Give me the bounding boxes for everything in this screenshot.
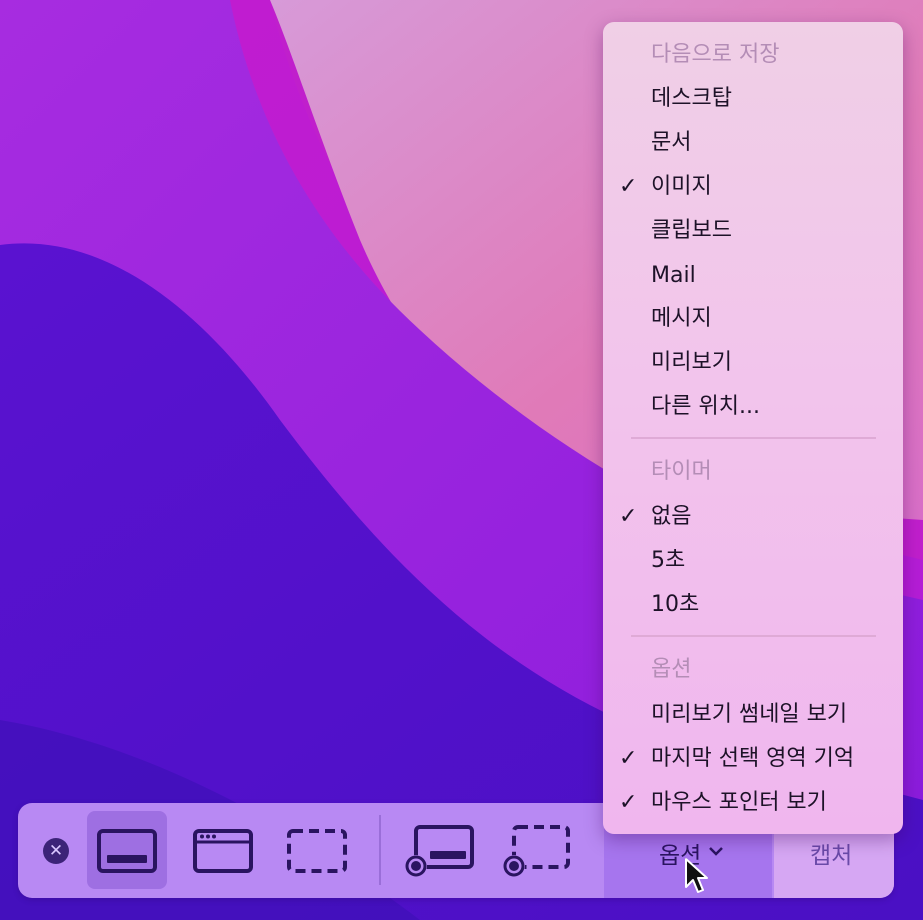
checkmark-icon: ✓	[619, 174, 638, 199]
checkmark-icon: ✓	[619, 504, 638, 529]
menu-item-remember-last-selection[interactable]: 마지막 선택 영역 기억	[651, 743, 854, 775]
menu-item-timer-10s[interactable]: 10초	[651, 589, 699, 621]
menu-item-preview[interactable]: 미리보기	[651, 347, 732, 379]
menu-header-options: 옵션	[651, 657, 692, 682]
menu-item-images[interactable]: 이미지	[651, 171, 712, 203]
checkmark-icon: ✓	[619, 746, 638, 771]
menu-header-timer: 타이머	[651, 459, 712, 484]
menu-item-timer-5s[interactable]: 5초	[651, 545, 685, 577]
record-entire-screen-button[interactable]	[400, 811, 480, 889]
menu-item-timer-none[interactable]: 없음	[651, 501, 691, 533]
capture-button-label: 캡처	[810, 843, 853, 869]
options-menu: 다음으로 저장 데스크탑 문서 ✓ 이미지 클립보드 Mail 메시지 미리보기…	[603, 22, 903, 834]
checkmark-icon: ✓	[619, 790, 638, 815]
capture-window-button[interactable]	[183, 811, 263, 889]
capture-selected-portion-button[interactable]	[277, 811, 357, 889]
menu-item-documents[interactable]: 문서	[651, 127, 691, 159]
record-screen-icon	[405, 825, 474, 877]
record-selection-icon	[503, 825, 570, 877]
menu-item-messages[interactable]: 메시지	[651, 303, 712, 335]
window-icon	[193, 829, 253, 873]
menu-item-show-mouse-pointer[interactable]: 마우스 포인터 보기	[651, 787, 827, 819]
selection-icon	[287, 829, 347, 873]
menu-separator	[631, 437, 876, 439]
menu-item-other-location[interactable]: 다른 위치...	[651, 391, 760, 423]
chevron-down-icon	[709, 847, 723, 856]
menu-item-mail[interactable]: Mail	[651, 260, 696, 292]
toolbar-divider	[379, 815, 381, 885]
capture-entire-screen-button[interactable]	[87, 811, 167, 889]
entire-screen-icon	[97, 829, 157, 873]
mouse-pointer-icon	[685, 858, 708, 893]
record-selected-portion-button[interactable]	[498, 811, 578, 889]
menu-item-desktop[interactable]: 데스크탑	[651, 83, 732, 115]
close-icon[interactable]: ✕	[43, 838, 69, 864]
menu-item-clipboard[interactable]: 클립보드	[651, 215, 732, 247]
menu-header-save-to: 다음으로 저장	[651, 42, 780, 67]
menu-separator	[631, 635, 876, 637]
menu-item-show-floating-thumbnail[interactable]: 미리보기 썸네일 보기	[651, 699, 847, 731]
